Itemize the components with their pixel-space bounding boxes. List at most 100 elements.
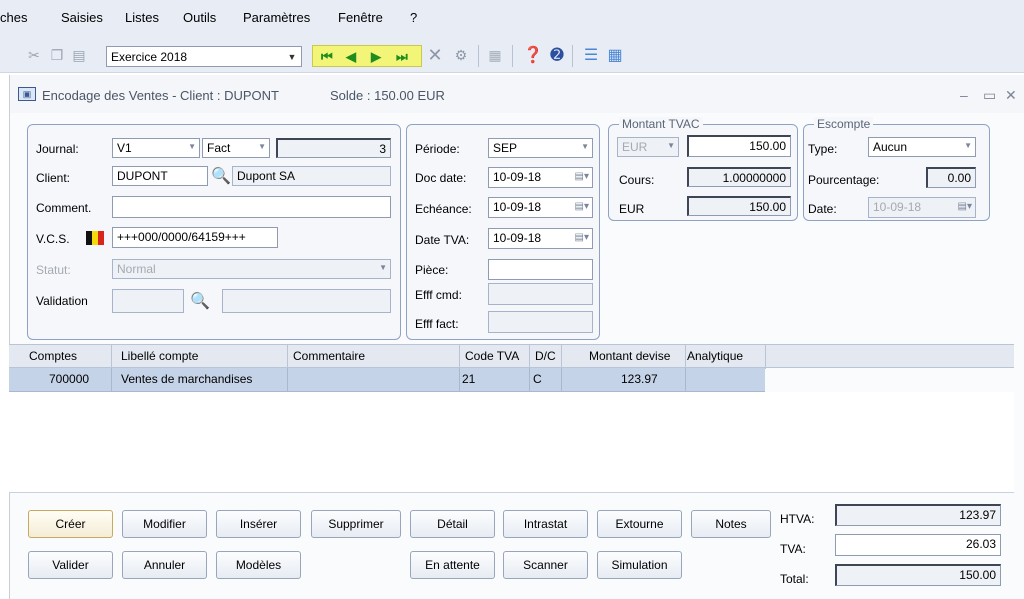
client-code-field[interactable]: DUPONT <box>112 166 208 186</box>
exercise-select[interactable]: Exercice 2018 ▼ <box>106 46 302 67</box>
col-header-libelle[interactable]: Libellé compte <box>121 349 198 363</box>
cours-label: Cours: <box>619 173 655 187</box>
menu-help[interactable]: ? <box>410 10 417 25</box>
creer-button[interactable]: Créer <box>28 510 113 538</box>
chevron-down-icon: ▼ <box>188 142 196 151</box>
menu-fenetre[interactable]: Fenêtre <box>338 10 383 25</box>
effcmd-field <box>488 283 593 305</box>
journal-select[interactable]: V1 ▼ <box>112 138 200 158</box>
navigation-group: ⏮ ◀ ▶ ⏭ <box>312 45 422 67</box>
info-icon[interactable]: ➋ <box>548 46 566 64</box>
inserer-button[interactable]: Insérer <box>216 510 301 538</box>
efffact-label: Efff fact: <box>415 317 459 331</box>
escompte-type-select[interactable]: Aucun ▼ <box>868 137 976 157</box>
client-label: Client: <box>36 171 71 185</box>
menu-taches[interactable]: ches <box>0 10 27 25</box>
col-header-commentaire[interactable]: Commentaire <box>293 349 365 363</box>
cut-icon[interactable]: ✂ <box>25 46 43 64</box>
cell-code-tva: 21 <box>462 372 476 386</box>
cell-libelle: Ventes de marchandises <box>121 372 253 386</box>
grid-empty-area[interactable] <box>9 392 1014 493</box>
echeance-value: 10-09-18 <box>493 200 542 214</box>
column-separator <box>765 345 766 369</box>
docdate-field[interactable]: 10-09-18 ▤▾ <box>488 167 593 188</box>
list-view-icon[interactable]: ☰ <box>582 46 600 64</box>
minimize-icon[interactable]: – <box>960 87 968 103</box>
vcs-value: +++000/0000/64159+++ <box>117 230 246 244</box>
calendar-icon[interactable]: ▤▾ <box>575 232 589 243</box>
document-type-select[interactable]: Fact ▼ <box>202 138 270 158</box>
header-panel-left: Journal: V1 ▼ Fact ▼ 3 Client: DUPONT 🔍 … <box>27 124 401 340</box>
delete-icon[interactable]: ✕ <box>426 45 444 65</box>
comment-field[interactable] <box>112 196 391 218</box>
annuler-button[interactable]: Annuler <box>122 551 207 579</box>
col-header-analytique[interactable]: Analytique <box>687 349 743 363</box>
periode-select[interactable]: SEP ▼ <box>488 138 593 158</box>
table-row[interactable]: 700000 Ventes de marchandises 21 C 123.9… <box>9 368 765 392</box>
paste-icon[interactable]: ▤ <box>70 46 88 64</box>
piece-field[interactable] <box>488 259 593 280</box>
column-separator <box>287 368 288 392</box>
intrastat-button[interactable]: Intrastat <box>503 510 588 538</box>
supprimer-button[interactable]: Supprimer <box>311 510 401 538</box>
close-icon[interactable]: ✕ <box>1005 87 1017 104</box>
validation-code-field[interactable] <box>112 289 184 313</box>
menu-parametres[interactable]: Paramètres <box>243 10 310 25</box>
calendar-icon[interactable]: ▤▾ <box>575 171 589 182</box>
montant-tvac-group: Montant TVAC EUR ▼ 150.00 Cours: 1.00000… <box>608 117 798 221</box>
first-record-icon[interactable]: ⏮ <box>321 49 333 65</box>
effcmd-label: Efff cmd: <box>415 288 462 302</box>
statut-select: Normal ▼ <box>112 259 391 279</box>
settings-icon[interactable]: ⚙ <box>452 46 470 64</box>
detail-button[interactable]: Détail <box>410 510 495 538</box>
toolbar-separator <box>512 45 513 67</box>
modeles-button[interactable]: Modèles <box>216 551 301 579</box>
docdate-label: Doc date: <box>415 171 467 185</box>
tva-field[interactable]: 26.03 <box>835 534 1001 556</box>
calculator-icon[interactable]: ▦ <box>486 46 504 64</box>
search-icon[interactable]: 🔍 <box>190 291 210 311</box>
document-type-value: Fact <box>207 141 231 155</box>
search-icon[interactable]: 🔍 <box>211 166 231 186</box>
copy-icon[interactable]: ❐ <box>48 46 66 64</box>
journal-value: V1 <box>117 141 132 155</box>
col-header-comptes[interactable]: Comptes <box>29 349 77 363</box>
exercise-value: Exercice 2018 <box>111 50 188 64</box>
last-record-icon[interactable]: ⏭ <box>396 49 408 65</box>
document-number-field: 3 <box>276 138 391 158</box>
simulation-button[interactable]: Simulation <box>597 551 682 579</box>
valider-button[interactable]: Valider <box>28 551 113 579</box>
vcs-field[interactable]: +++000/0000/64159+++ <box>112 227 278 248</box>
next-record-icon[interactable]: ▶ <box>371 49 381 65</box>
en-attente-button[interactable]: En attente <box>410 551 495 579</box>
previous-record-icon[interactable]: ◀ <box>346 49 356 65</box>
col-header-montant-devise[interactable]: Montant devise <box>589 349 670 363</box>
col-header-code-tva[interactable]: Code TVA <box>465 349 519 363</box>
col-header-dc[interactable]: D/C <box>535 349 556 363</box>
column-separator <box>685 345 686 369</box>
grid-view-icon[interactable]: ▦ <box>606 46 624 64</box>
eur-label: EUR <box>619 202 645 216</box>
echeance-field[interactable]: 10-09-18 ▤▾ <box>488 197 593 218</box>
pourcentage-label: Pourcentage: <box>808 173 880 187</box>
extourne-button[interactable]: Extourne <box>597 510 682 538</box>
notes-button[interactable]: Notes <box>691 510 771 538</box>
menu-saisies[interactable]: Saisies <box>61 10 103 25</box>
datetva-field[interactable]: 10-09-18 ▤▾ <box>488 228 593 249</box>
chevron-down-icon: ▼ <box>258 142 266 151</box>
montant-field[interactable]: 150.00 <box>687 135 791 157</box>
eur-field: 150.00 <box>687 196 791 216</box>
column-separator <box>529 345 530 369</box>
modifier-button[interactable]: Modifier <box>122 510 207 538</box>
calendar-icon[interactable]: ▤▾ <box>575 201 589 212</box>
menu-outils[interactable]: Outils <box>183 10 216 25</box>
escompte-type-label: Type: <box>808 142 838 156</box>
currency-value: EUR <box>622 140 648 154</box>
help-icon[interactable]: ❓ <box>523 46 543 64</box>
chevron-down-icon: ▼ <box>581 142 589 151</box>
maximize-icon[interactable]: ▭ <box>983 87 996 104</box>
menu-listes[interactable]: Listes <box>125 10 159 25</box>
scanner-button[interactable]: Scanner <box>503 551 588 579</box>
toolbar-separator <box>572 45 573 67</box>
currency-select: EUR ▼ <box>617 137 679 157</box>
